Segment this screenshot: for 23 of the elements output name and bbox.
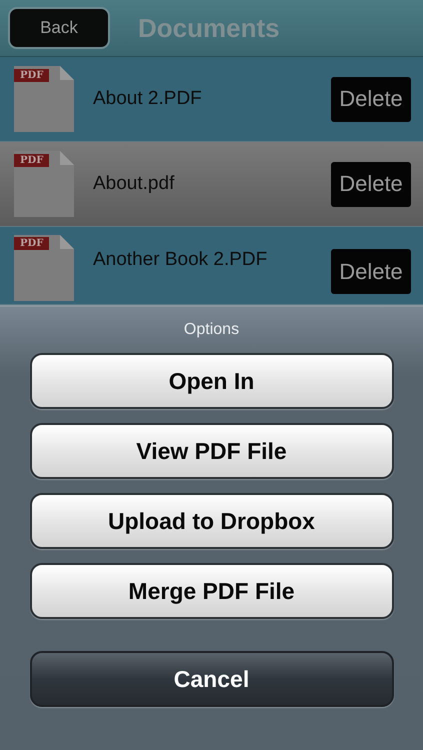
document-name: About 2.PDF <box>93 88 203 110</box>
delete-button[interactable]: Delete <box>331 76 411 122</box>
delete-button[interactable]: Delete <box>331 249 411 294</box>
pdf-badge: PDF <box>14 69 50 82</box>
pdf-file-icon <box>14 235 74 301</box>
option-button[interactable]: Open In <box>30 353 394 409</box>
option-button[interactable]: Upload to Dropbox <box>30 493 394 549</box>
back-button[interactable]: Back <box>8 7 110 49</box>
document-row[interactable]: PDF About.pdf Delete <box>0 142 423 227</box>
pdf-badge: PDF <box>14 237 50 250</box>
document-name: Another Book 2.PDF <box>93 249 268 271</box>
option-button[interactable]: Merge PDF File <box>30 563 394 619</box>
screen-title: Documents <box>138 12 280 44</box>
document-row[interactable]: PDF About 2.PDF Delete <box>0 57 423 142</box>
pdf-badge: PDF <box>14 154 50 167</box>
sheet-title: Options <box>184 321 240 339</box>
option-button[interactable]: View PDF File <box>30 423 394 479</box>
option-button[interactable]: Cancel <box>30 651 394 707</box>
pdf-file-icon <box>14 66 74 132</box>
document-row[interactable]: PDF Another Book 2.PDF Delete <box>0 227 423 305</box>
document-name: About.pdf <box>93 173 176 195</box>
delete-button[interactable]: Delete <box>331 162 411 206</box>
pdf-file-icon <box>14 151 74 217</box>
